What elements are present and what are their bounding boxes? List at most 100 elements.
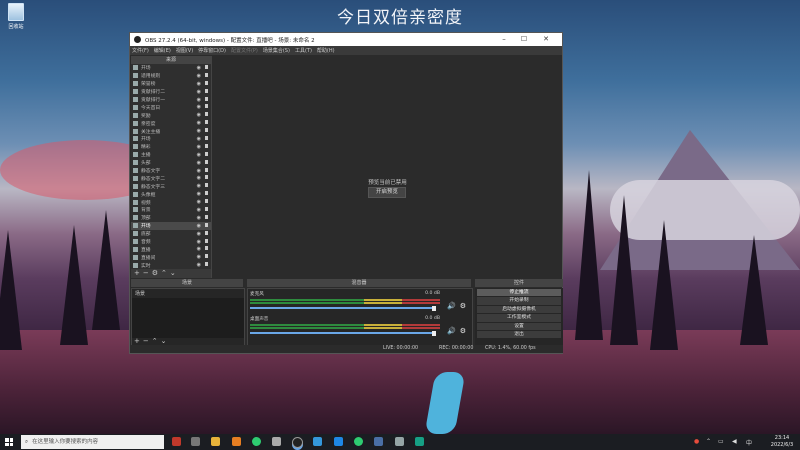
task-view-icon[interactable] — [191, 437, 200, 446]
recycle-bin-shortcut[interactable]: 回收站 — [4, 3, 28, 30]
eye-icon[interactable]: ◉ — [197, 175, 201, 181]
tray-app-icon[interactable]: ● — [694, 438, 699, 445]
source-item[interactable]: 静态文字二 ◉ — [131, 174, 211, 182]
app-icon[interactable] — [415, 437, 424, 446]
lock-icon[interactable] — [205, 175, 208, 180]
volume-slider[interactable] — [250, 332, 434, 334]
app-icon[interactable] — [334, 437, 343, 446]
lock-icon[interactable] — [205, 214, 208, 219]
source-item[interactable]: 音频 ◉ — [131, 238, 211, 246]
source-item[interactable]: 顶部 ◉ — [131, 214, 211, 222]
source-item[interactable]: 头部 ◉ — [131, 159, 211, 167]
eye-icon[interactable]: ◉ — [197, 168, 201, 174]
source-item[interactable]: 开场 ◉ — [131, 64, 211, 72]
maximize-icon[interactable]: ☐ — [516, 33, 532, 46]
lock-icon[interactable] — [205, 96, 208, 101]
eye-icon[interactable]: ◉ — [197, 223, 201, 229]
move-down-icon[interactable]: ⌄ — [161, 337, 170, 345]
control-button[interactable]: 工作室模式 — [477, 314, 561, 322]
lock-icon[interactable] — [205, 136, 208, 141]
source-item[interactable]: 直播间 ◉ — [131, 253, 211, 261]
lock-icon[interactable] — [205, 254, 208, 259]
file-explorer-icon[interactable] — [211, 437, 220, 446]
app-icon[interactable] — [272, 437, 281, 446]
control-button[interactable]: 开始录制 — [477, 297, 561, 305]
lock-icon[interactable] — [205, 104, 208, 109]
gear-icon[interactable]: ⚙ — [460, 302, 466, 310]
network-icon[interactable]: ▭ — [718, 438, 724, 445]
source-item[interactable]: 精彩 ◉ — [131, 143, 211, 151]
source-item[interactable]: 开场 ◉ — [131, 221, 211, 230]
control-button[interactable]: 退出 — [477, 330, 561, 339]
source-item[interactable]: 主播 ◉ — [131, 151, 211, 159]
steam-icon[interactable] — [374, 437, 383, 446]
wechat-icon[interactable] — [354, 437, 363, 446]
input-method-icon[interactable]: 中 — [746, 438, 752, 447]
remove-scene-icon[interactable]: − — [143, 337, 152, 345]
control-button[interactable]: 设置 — [477, 322, 561, 330]
add-scene-icon[interactable]: + — [134, 337, 143, 345]
app-icon[interactable] — [232, 437, 241, 446]
lock-icon[interactable] — [205, 230, 208, 235]
lock-icon[interactable] — [205, 151, 208, 156]
lock-icon[interactable] — [205, 120, 208, 125]
taskbar-clock[interactable]: 23:14 2022/6/3 — [768, 435, 796, 448]
lock-icon[interactable] — [205, 246, 208, 251]
source-item[interactable]: 开场 ◉ — [131, 135, 211, 143]
source-item[interactable]: 背景 ◉ — [131, 206, 211, 214]
move-down-icon[interactable]: ⌄ — [170, 269, 179, 277]
eye-icon[interactable]: ◉ — [197, 136, 201, 142]
obs-taskbar-icon[interactable] — [292, 437, 303, 448]
lock-icon[interactable] — [205, 238, 208, 243]
volume-slider-knob[interactable] — [432, 305, 436, 311]
gear-icon[interactable]: ⚙ — [152, 269, 161, 277]
gear-icon[interactable]: ⚙ — [460, 327, 466, 335]
move-up-icon[interactable]: ⌃ — [152, 337, 161, 345]
lock-icon[interactable] — [205, 88, 208, 93]
source-item[interactable]: 底部 ◉ — [131, 230, 211, 238]
source-item[interactable]: 亲密度 ◉ — [131, 119, 211, 127]
lock-icon[interactable] — [205, 159, 208, 164]
control-button[interactable]: 启动虚拟摄像机 — [477, 305, 561, 314]
source-item[interactable]: 荣誉榜 ◉ — [131, 80, 211, 88]
eye-icon[interactable]: ◉ — [197, 97, 201, 103]
eye-icon[interactable]: ◉ — [197, 152, 201, 158]
eye-icon[interactable]: ◉ — [197, 262, 201, 268]
eye-icon[interactable]: ◉ — [197, 191, 201, 197]
eye-icon[interactable]: ◉ — [197, 144, 201, 150]
scene-item[interactable]: 场景 — [132, 289, 244, 298]
lock-icon[interactable] — [205, 65, 208, 69]
lock-icon[interactable] — [205, 112, 208, 117]
speaker-icon[interactable]: 🔊 — [447, 327, 456, 335]
volume-slider[interactable] — [250, 307, 434, 309]
eye-icon[interactable]: ◉ — [197, 231, 201, 237]
minimize-icon[interactable]: – — [496, 33, 512, 46]
app-icon[interactable] — [395, 437, 404, 446]
title-bar[interactable]: OBS 27.2.4 (64-bit, windows) - 配置文件: 直播吧… — [130, 33, 562, 46]
volume-icon[interactable]: ◀ — [732, 438, 737, 445]
move-up-icon[interactable]: ⌃ — [161, 269, 170, 277]
eye-icon[interactable]: ◉ — [197, 215, 201, 221]
close-icon[interactable]: ✕ — [538, 33, 554, 46]
source-item[interactable]: 今天首日 ◉ — [131, 103, 211, 111]
add-source-icon[interactable]: + — [134, 269, 143, 277]
source-item[interactable]: 视频 ◉ — [131, 198, 211, 206]
eye-icon[interactable]: ◉ — [197, 183, 201, 189]
source-item[interactable]: 关注主播 ◉ — [131, 127, 211, 135]
eye-icon[interactable]: ◉ — [197, 239, 201, 245]
source-item[interactable]: 适用规则 ◉ — [131, 72, 211, 80]
windows-start-icon[interactable] — [5, 438, 13, 446]
speaker-icon[interactable]: 🔊 — [447, 302, 456, 310]
eye-icon[interactable]: ◉ — [197, 73, 201, 79]
lock-icon[interactable] — [205, 72, 208, 77]
eye-icon[interactable]: ◉ — [197, 112, 201, 118]
source-item[interactable]: 实时 ◉ — [131, 261, 211, 269]
eye-icon[interactable]: ◉ — [197, 89, 201, 95]
app-icon[interactable] — [172, 437, 181, 446]
menu-item[interactable]: 文件(F) — [132, 47, 149, 54]
lock-icon[interactable] — [205, 167, 208, 172]
menu-item[interactable]: 帮助(H) — [317, 47, 335, 54]
remove-source-icon[interactable]: − — [143, 269, 152, 277]
eye-icon[interactable]: ◉ — [197, 254, 201, 260]
source-item[interactable]: 头像框 ◉ — [131, 190, 211, 198]
